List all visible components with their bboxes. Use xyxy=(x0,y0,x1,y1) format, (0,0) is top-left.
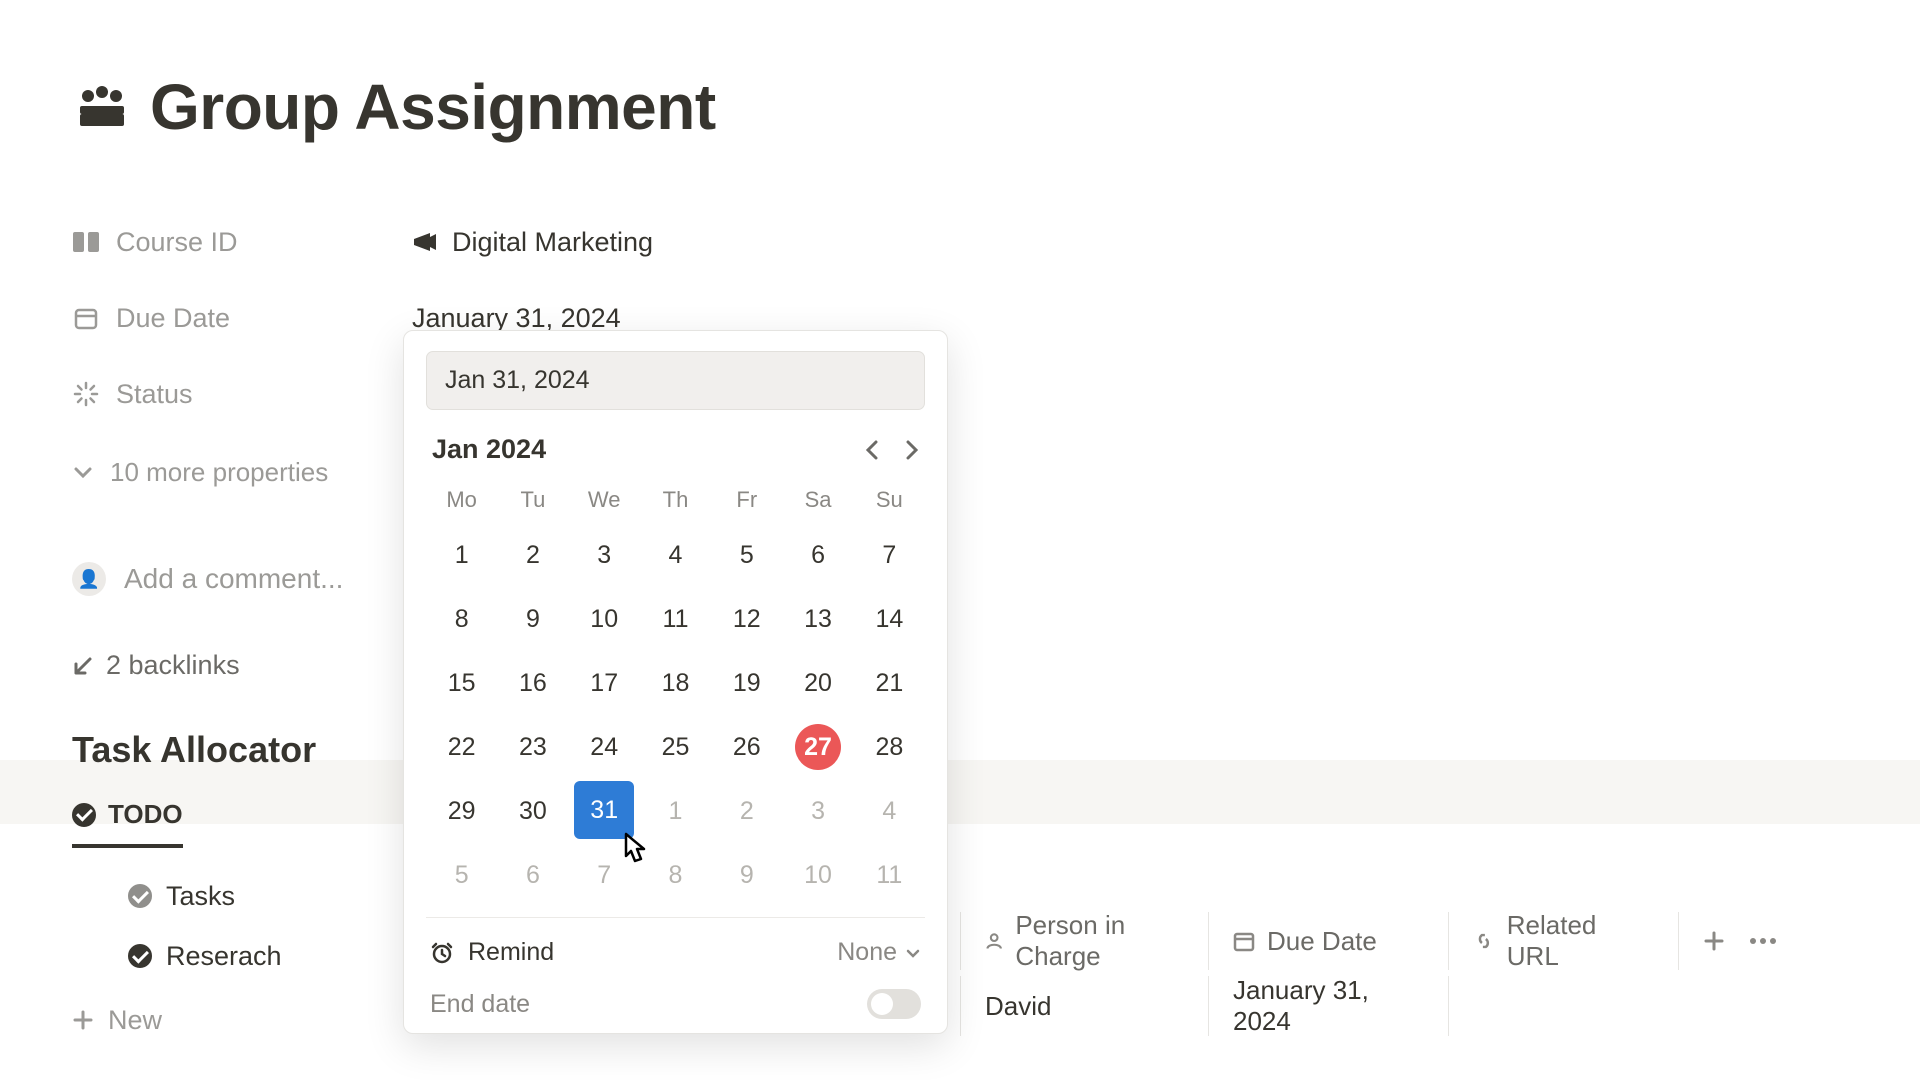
calendar-day[interactable]: 16 xyxy=(497,651,568,715)
calendar-day[interactable]: 25 xyxy=(640,715,711,779)
calendar-day[interactable]: 9 xyxy=(497,587,568,651)
calendar-day[interactable]: 4 xyxy=(640,523,711,587)
calendar-day[interactable]: 15 xyxy=(426,651,497,715)
calendar-day[interactable]: 9 xyxy=(711,843,782,907)
page-title[interactable]: Group Assignment xyxy=(150,70,716,144)
calendar-day[interactable]: 14 xyxy=(854,587,925,651)
weekday-label: Fr xyxy=(711,477,782,523)
end-date-label: End date xyxy=(430,990,530,1019)
column-person[interactable]: Person in Charge xyxy=(960,912,1208,970)
calendar-day[interactable]: 6 xyxy=(497,843,568,907)
calendar-day[interactable]: 11 xyxy=(640,587,711,651)
section-title[interactable]: Task Allocator xyxy=(72,729,1920,771)
check-circle-icon xyxy=(128,944,152,968)
calendar-icon xyxy=(72,304,100,332)
more-options-button[interactable] xyxy=(1749,937,1777,945)
cell-url[interactable] xyxy=(1448,976,1678,1036)
calendar-day[interactable]: 5 xyxy=(426,843,497,907)
end-date-toggle[interactable] xyxy=(867,989,921,1019)
group-icon xyxy=(72,85,132,129)
check-circle-icon xyxy=(72,803,96,827)
calendar-day[interactable]: 20 xyxy=(782,651,853,715)
date-input[interactable] xyxy=(426,351,925,410)
calendar-day[interactable]: 22 xyxy=(426,715,497,779)
status-icon xyxy=(72,380,100,408)
next-month-button[interactable] xyxy=(905,440,919,460)
calendar-day[interactable]: 21 xyxy=(854,651,925,715)
course-id-value[interactable]: Digital Marketing xyxy=(412,227,653,258)
calendar-day[interactable]: 18 xyxy=(640,651,711,715)
plus-icon xyxy=(72,1009,94,1031)
cursor-pointer-icon xyxy=(612,826,656,870)
due-date-value[interactable]: January 31, 2024 xyxy=(412,303,621,334)
calendar-day[interactable]: 27 xyxy=(782,715,853,779)
month-label[interactable]: Jan 2024 xyxy=(432,434,546,465)
calendar-day[interactable]: 28 xyxy=(854,715,925,779)
backlink-arrow-icon xyxy=(72,655,94,677)
calendar-day[interactable]: 24 xyxy=(569,715,640,779)
book-icon xyxy=(72,228,100,256)
calendar-day[interactable]: 30 xyxy=(497,779,568,843)
backlinks-toggle[interactable]: 2 backlinks xyxy=(72,650,1920,681)
weekday-label: Mo xyxy=(426,477,497,523)
comment-input[interactable]: Add a comment... xyxy=(124,563,343,595)
calendar-day[interactable]: 12 xyxy=(711,587,782,651)
add-column-button[interactable] xyxy=(1703,930,1725,952)
tab-todo[interactable]: TODO xyxy=(72,799,183,848)
calendar-day[interactable]: 10 xyxy=(569,587,640,651)
calendar-day[interactable]: 2 xyxy=(497,523,568,587)
prev-month-button[interactable] xyxy=(865,440,879,460)
weekday-label: Tu xyxy=(497,477,568,523)
remind-option[interactable]: Remind xyxy=(430,938,554,967)
weekday-label: Sa xyxy=(782,477,853,523)
remind-value-select[interactable]: None xyxy=(837,938,921,967)
course-id-label: Course ID xyxy=(116,227,238,258)
weekday-label: Th xyxy=(640,477,711,523)
person-icon xyxy=(985,930,1003,952)
date-picker-popup: Jan 2024 MoTuWeThFrSaSu 1234567891011121… xyxy=(403,330,948,1034)
calendar-day[interactable]: 2 xyxy=(711,779,782,843)
calendar-day[interactable]: 8 xyxy=(426,587,497,651)
check-circle-icon xyxy=(128,884,152,908)
column-related-url[interactable]: Related URL xyxy=(1448,912,1678,970)
calendar-day[interactable]: 23 xyxy=(497,715,568,779)
calendar-day[interactable]: 29 xyxy=(426,779,497,843)
calendar-day[interactable]: 3 xyxy=(569,523,640,587)
calendar-day[interactable]: 1 xyxy=(426,523,497,587)
calendar-day[interactable]: 6 xyxy=(782,523,853,587)
calendar-day[interactable]: 17 xyxy=(569,651,640,715)
calendar-day[interactable]: 4 xyxy=(854,779,925,843)
calendar-day[interactable]: 3 xyxy=(782,779,853,843)
status-label: Status xyxy=(116,379,193,410)
column-due-date[interactable]: Due Date xyxy=(1208,912,1448,970)
calendar-day[interactable]: 19 xyxy=(711,651,782,715)
cell-due-date[interactable]: January 31, 2024 xyxy=(1208,976,1448,1036)
avatar: 👤 xyxy=(72,562,106,596)
chevron-down-icon xyxy=(72,461,94,483)
calendar-day[interactable]: 11 xyxy=(854,843,925,907)
calendar-day[interactable]: 5 xyxy=(711,523,782,587)
calendar-day[interactable]: 7 xyxy=(854,523,925,587)
weekday-label: We xyxy=(569,477,640,523)
due-date-label: Due Date xyxy=(116,303,230,334)
megaphone-icon xyxy=(412,230,438,254)
calendar-day[interactable]: 10 xyxy=(782,843,853,907)
chevron-down-icon xyxy=(905,945,921,961)
clock-icon xyxy=(430,941,454,965)
link-icon xyxy=(1473,930,1495,952)
calendar-day[interactable]: 26 xyxy=(711,715,782,779)
cell-person[interactable]: David xyxy=(960,976,1208,1036)
more-properties-toggle[interactable]: 10 more properties xyxy=(72,438,1920,506)
calendar-icon xyxy=(1233,930,1255,952)
weekday-label: Su xyxy=(854,477,925,523)
calendar-day[interactable]: 13 xyxy=(782,587,853,651)
